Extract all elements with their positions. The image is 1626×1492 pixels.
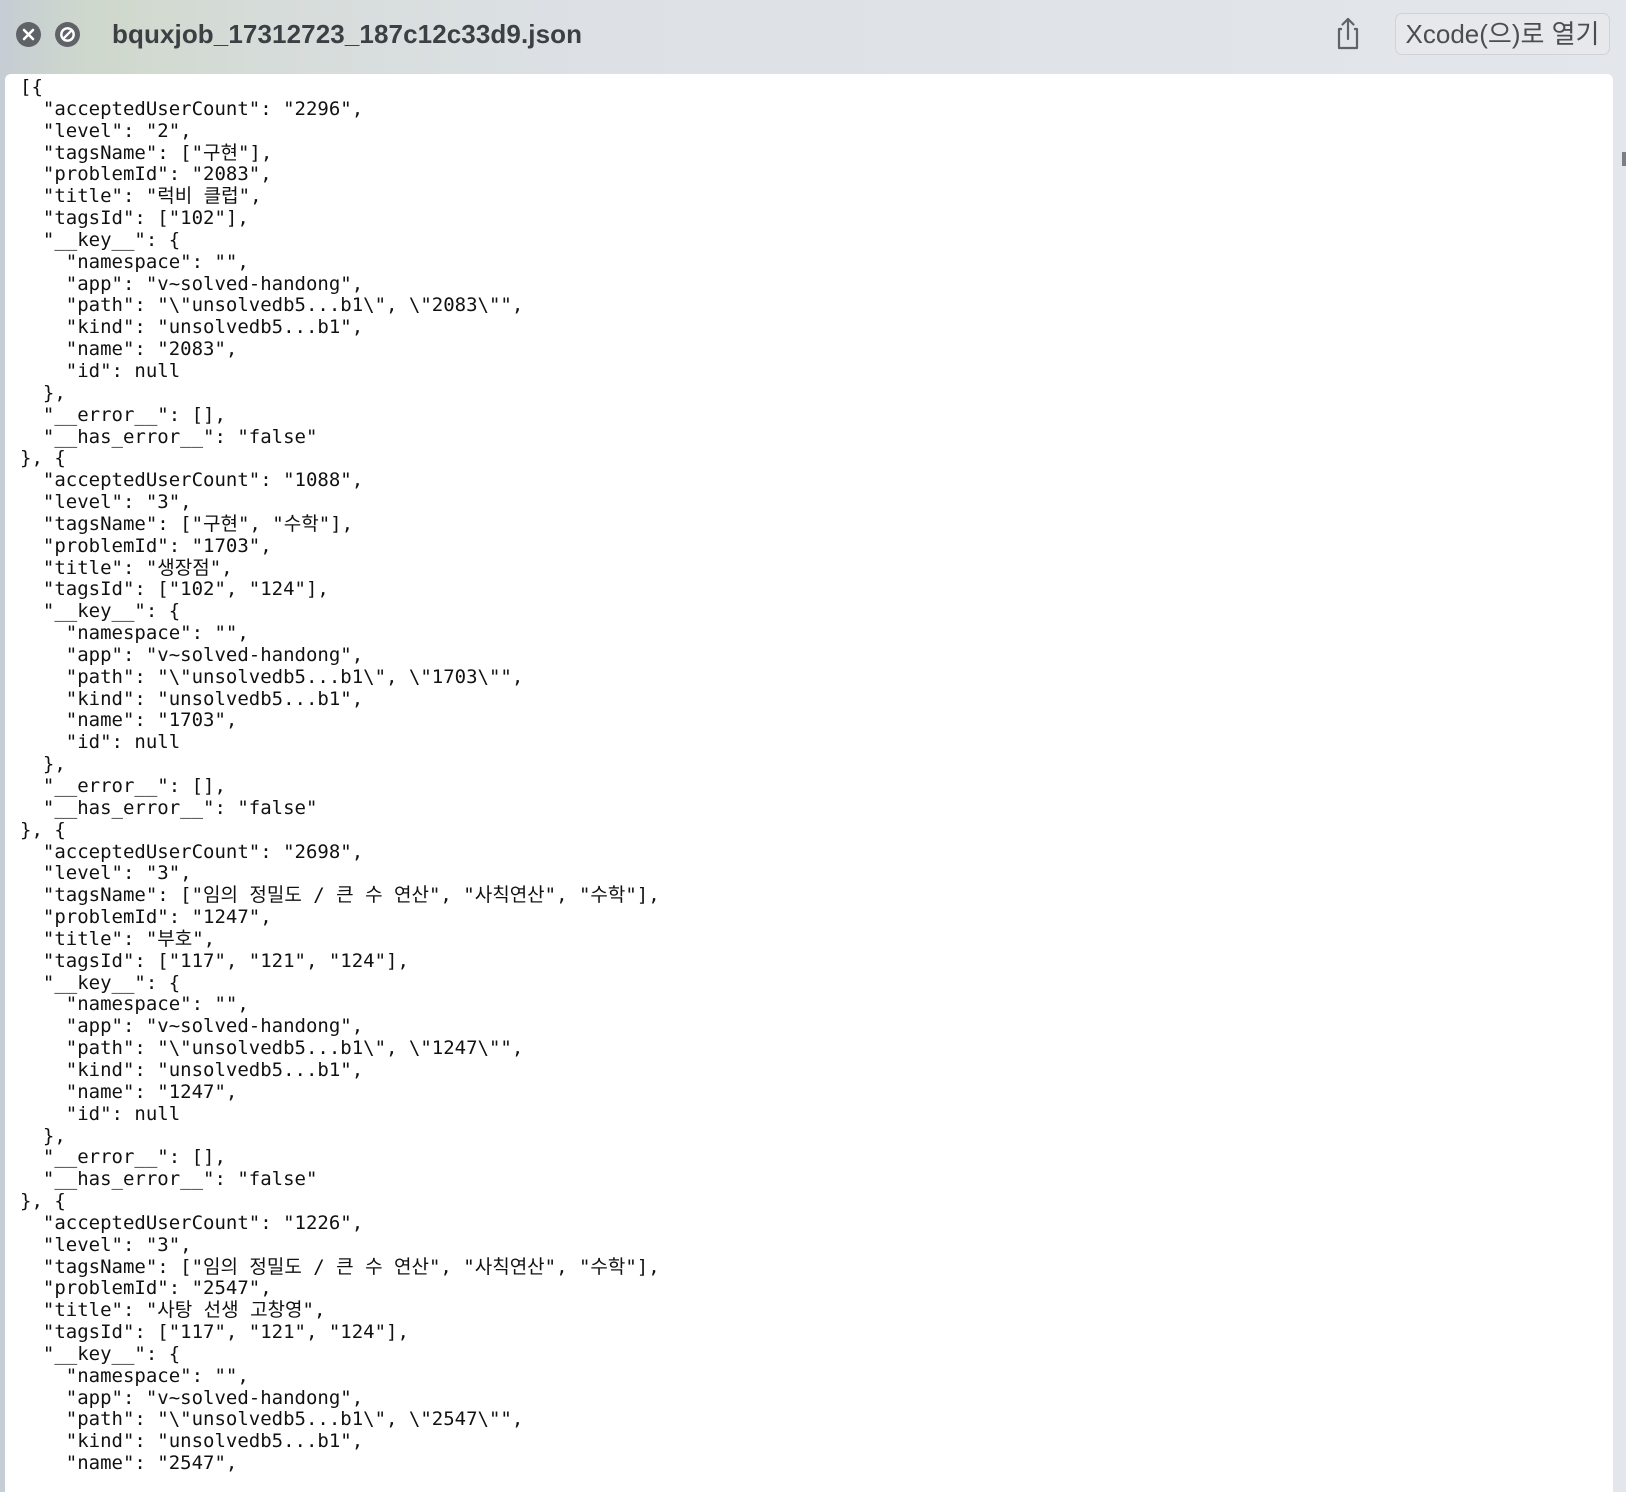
code-line: "tagsId": ["102"],: [20, 207, 249, 230]
code-line: "namespace": "",: [20, 993, 249, 1016]
code-line: "__has_error__": "false": [20, 1168, 318, 1191]
code-line: "kind": "unsolvedb5...b1",: [20, 1430, 364, 1453]
code-line: "problemId": "2547",: [20, 1277, 272, 1300]
code-line: },: [20, 1124, 66, 1147]
code-line: "path": "\"unsolvedb5...b1\", \"1247\"",: [20, 1037, 524, 1060]
code-line: "tagsId": ["102", "124"],: [20, 578, 329, 601]
code-line: "kind": "unsolvedb5...b1",: [20, 1058, 364, 1081]
code-line: "tagsId": ["117", "121", "124"],: [20, 1321, 409, 1344]
code-line: "problemId": "2083",: [20, 163, 272, 186]
code-line: "app": "v~solved-handong",: [20, 1015, 364, 1038]
code-line: "app": "v~solved-handong",: [20, 643, 364, 666]
code-line: "tagsName": ["구현"],: [20, 141, 273, 164]
code-line: "__error__": [],: [20, 403, 226, 426]
code-line: "app": "v~solved-handong",: [20, 272, 364, 295]
code-line: "__error__": [],: [20, 1146, 226, 1169]
code-line: "level": "3",: [20, 862, 192, 885]
no-entry-icon[interactable]: [55, 22, 80, 47]
code-line: "path": "\"unsolvedb5...b1\", \"1703\"",: [20, 665, 524, 688]
code-line: "__key__": {: [20, 228, 181, 251]
code-line: "id": null: [20, 1102, 181, 1125]
code-line: "title": "생장점",: [20, 556, 233, 579]
code-line: "acceptedUserCount": "2698",: [20, 840, 364, 863]
code-line: "title": "사탕 선생 고창영",: [20, 1299, 326, 1322]
code-line: "id": null: [20, 359, 181, 382]
scrollbar-indicator[interactable]: [1622, 152, 1626, 166]
code-line: "level": "2",: [20, 119, 192, 142]
code-line: },: [20, 381, 66, 404]
code-line: "name": "1703",: [20, 709, 238, 732]
code-line: "title": "부호",: [20, 927, 216, 950]
code-line: "problemId": "1247",: [20, 906, 272, 929]
code-line: "level": "3",: [20, 491, 192, 514]
code-line: }, {: [20, 447, 66, 470]
title-bar: bquxjob_17312723_187c12c33d9.json Xcode(…: [0, 0, 1626, 68]
code-line: "__key__": {: [20, 971, 181, 994]
code-line: "kind": "unsolvedb5...b1",: [20, 316, 364, 339]
close-icon[interactable]: [16, 22, 41, 47]
code-line: "__has_error__": "false": [20, 796, 318, 819]
code-line: }, {: [20, 1190, 66, 1213]
open-with-xcode-button[interactable]: Xcode(으)로 열기: [1395, 13, 1610, 55]
json-text-view[interactable]: [{ "acceptedUserCount": "2296", "level":…: [20, 76, 660, 1475]
code-line: "tagsId": ["117", "121", "124"],: [20, 949, 409, 972]
code-line: "name": "2547",: [20, 1452, 238, 1475]
code-line: "tagsName": ["임의 정밀도 / 큰 수 연산", "사칙연산", …: [20, 1255, 660, 1278]
window-title: bquxjob_17312723_187c12c33d9.json: [112, 19, 583, 49]
code-line: "path": "\"unsolvedb5...b1\", \"2547\"",: [20, 1408, 524, 1431]
code-line: "problemId": "1703",: [20, 534, 272, 557]
code-line: "acceptedUserCount": "1226",: [20, 1211, 364, 1234]
code-line: "name": "2083",: [20, 338, 238, 361]
code-line: },: [20, 753, 66, 776]
code-line: "__key__": {: [20, 1342, 181, 1365]
code-line: "acceptedUserCount": "2296",: [20, 97, 364, 120]
code-line: "app": "v~solved-handong",: [20, 1386, 364, 1409]
code-line: "namespace": "",: [20, 1364, 249, 1387]
code-line: "__error__": [],: [20, 775, 226, 797]
file-preview-panel[interactable]: [{ "acceptedUserCount": "2296", "level":…: [5, 74, 1613, 1492]
code-line: "path": "\"unsolvedb5...b1\", \"2083\"",: [20, 294, 524, 317]
code-line: [{: [20, 76, 43, 98]
code-line: "title": "럭비 클럽",: [20, 185, 262, 208]
code-line: "__key__": {: [20, 600, 181, 623]
share-icon[interactable]: [1329, 14, 1367, 54]
code-line: "name": "1247",: [20, 1080, 238, 1103]
code-line: "kind": "unsolvedb5...b1",: [20, 687, 364, 710]
code-line: "namespace": "",: [20, 250, 249, 273]
code-line: "__has_error__": "false": [20, 425, 318, 448]
code-line: "tagsName": ["임의 정밀도 / 큰 수 연산", "사칙연산", …: [20, 884, 660, 907]
code-line: }, {: [20, 818, 66, 841]
code-line: "id": null: [20, 731, 181, 754]
code-line: "namespace": "",: [20, 622, 249, 645]
code-line: "level": "3",: [20, 1233, 192, 1256]
code-line: "acceptedUserCount": "1088",: [20, 469, 364, 492]
code-line: "tagsName": ["구현", "수학"],: [20, 512, 354, 535]
